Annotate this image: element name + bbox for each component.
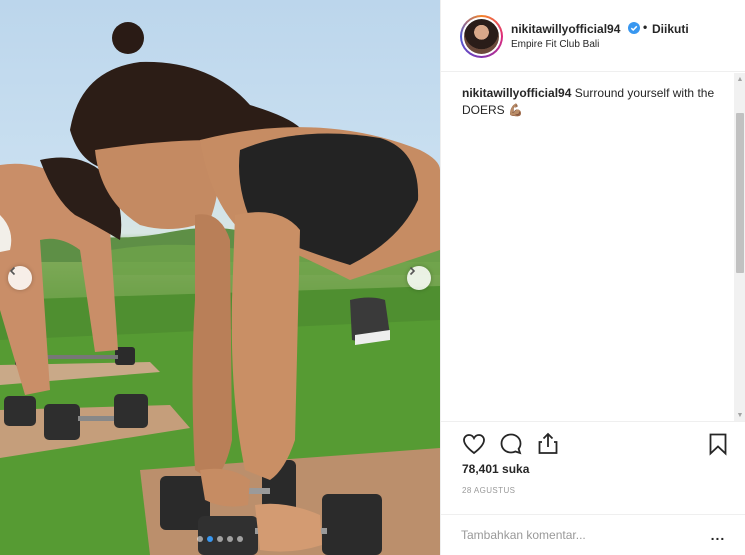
comment-form: ... — [441, 514, 745, 555]
carousel-dot — [237, 536, 243, 542]
post-photo[interactable] — [0, 0, 440, 555]
story-ring[interactable] — [460, 15, 503, 58]
location-link[interactable]: Empire Fit Club Bali — [511, 39, 599, 50]
scroll-up-arrow-icon[interactable]: ▲ — [734, 73, 745, 85]
prev-slide-button[interactable] — [8, 266, 32, 290]
carousel-dot-active — [207, 536, 213, 542]
comments-area[interactable]: nikitawillyofficial94 Surround yourself … — [441, 73, 745, 421]
workout-photo — [0, 22, 440, 555]
carousel-dot — [217, 536, 223, 542]
scrollbar-thumb[interactable] — [736, 113, 744, 273]
caption-username[interactable]: nikitawillyofficial94 — [462, 86, 571, 100]
next-slide-button[interactable] — [407, 266, 431, 290]
post-actions: 78,401 suka 28 AGUSTUS ... — [441, 421, 745, 545]
heart-icon[interactable] — [461, 431, 487, 457]
chevron-right-icon — [409, 266, 416, 276]
verified-badge-icon — [628, 22, 640, 34]
chevron-left-icon — [9, 266, 16, 276]
post-caption: nikitawillyofficial94 Surround yourself … — [462, 85, 724, 119]
scroll-down-arrow-icon[interactable]: ▼ — [734, 409, 745, 421]
post-sidebar: nikitawillyofficial94 • Diikuti Empire F… — [440, 0, 745, 555]
comment-input[interactable] — [461, 525, 701, 545]
share-icon[interactable] — [535, 431, 561, 457]
comment-icon[interactable] — [498, 431, 524, 457]
bookmark-icon[interactable] — [705, 431, 731, 457]
carousel-indicator — [197, 536, 243, 542]
comments-scrollbar[interactable]: ▲ ▼ — [734, 73, 745, 421]
carousel-dot — [227, 536, 233, 542]
following-button[interactable]: Diikuti — [652, 22, 689, 36]
avatar[interactable] — [464, 19, 499, 54]
username-link[interactable]: nikitawillyofficial94 — [511, 22, 620, 36]
post-header: nikitawillyofficial94 • Diikuti Empire F… — [441, 0, 745, 72]
flexed-biceps-icon: 💪🏽 — [508, 103, 523, 117]
post-date[interactable]: 28 AGUSTUS — [462, 486, 515, 495]
like-count[interactable]: 78,401 suka — [462, 462, 529, 476]
carousel-dot — [197, 536, 203, 542]
header-separator: • — [643, 20, 648, 34]
more-options-icon[interactable]: ... — [707, 525, 729, 545]
